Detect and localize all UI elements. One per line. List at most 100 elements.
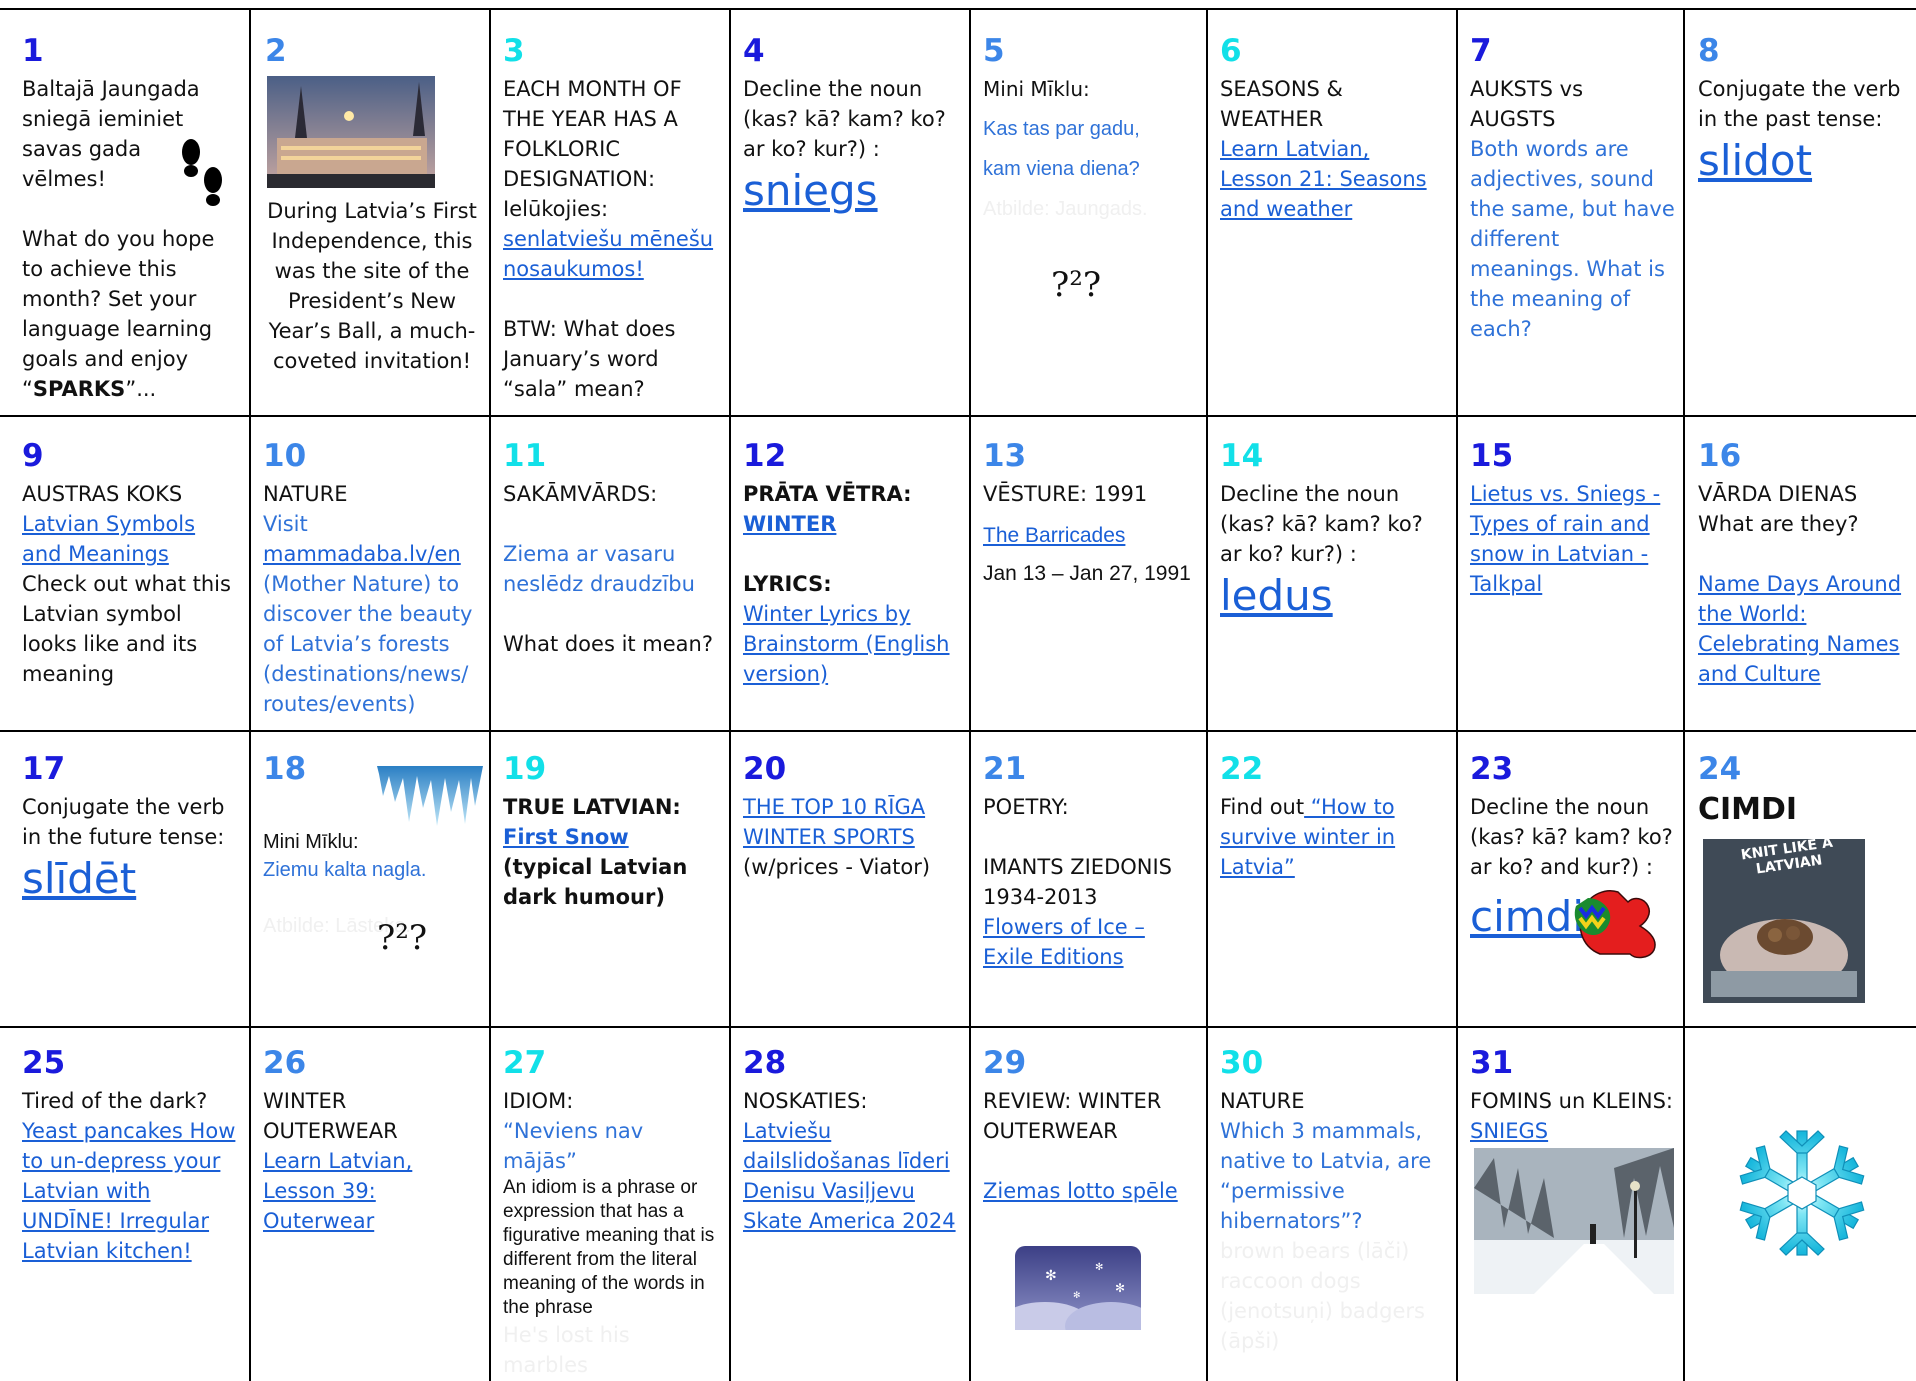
idiom-text: “Neviens nav mājās” — [503, 1119, 644, 1173]
day-cell-31: 31 FOMINS un KLEINS: SNIEGS — [1458, 1028, 1683, 1381]
look-label: Ielūkojies: — [503, 197, 609, 221]
day-number: 24 — [1698, 751, 1742, 787]
day-cell-25: 25 Tired of the dark? Yeast pancakes How… — [0, 1028, 249, 1381]
book-cover-image: KNIT LIKE A LATVIAN — [1703, 835, 1865, 1003]
day-number: 22 — [1220, 751, 1264, 787]
poet-name: IMANTS ZIEDONIS 1934-2013 — [983, 855, 1172, 909]
dark-question: Tired of the dark? — [22, 1089, 208, 1113]
topic-heading: REVIEW: WINTER OUTERWEAR — [983, 1089, 1162, 1143]
mammadaba-link[interactable]: mammadaba.lv/en — [263, 539, 481, 569]
flowers-of-ice-link[interactable]: Flowers of Ice – Exile Editions — [983, 912, 1198, 972]
mittens-heading: CIMDI — [1698, 792, 1798, 827]
topic-heading: AUSTRAS KOKS — [22, 482, 183, 506]
day-cell-29: 29 REVIEW: WINTER OUTERWEAR Ziemas lotto… — [971, 1028, 1206, 1381]
adjectives-question: Both words are adjectives, sound the sam… — [1470, 137, 1675, 341]
word-link-sniegs[interactable]: sniegs — [743, 164, 961, 218]
month-names-link[interactable]: senlatviešu mēnešu nosaukumos! — [503, 224, 721, 284]
hibernators-answer: brown bears (lāči) raccoon dogs (jenotsu… — [1220, 1239, 1425, 1353]
riddle-line: Ziemu kalta nagla. — [263, 859, 427, 881]
proverb-question: What does it mean? — [503, 632, 714, 656]
day-cell-19: 19 TRUE LATVIAN: First Snow (typical Lat… — [491, 732, 729, 1026]
rain-snow-link[interactable]: Lietus vs. Sniegs - Types of rain and sn… — [1470, 479, 1675, 599]
barricades-dates: Jan 13 – Jan 27, 1991 — [983, 562, 1191, 585]
day-cell-16: 16 VĀRDA DIENAS What are they? Name Days… — [1685, 417, 1916, 730]
lotto-game-link[interactable]: Ziemas lotto spēle — [983, 1176, 1198, 1206]
name-days-link[interactable]: Name Days Around the World: Celebrating … — [1698, 569, 1914, 689]
day-cell-13: 13 VĒSTURE: 1991 The Barricades Jan 13 –… — [971, 417, 1206, 730]
day-number: 14 — [1220, 438, 1264, 474]
day-cell-7: 7 AUKSTS vs AUGSTS Both words are adject… — [1458, 10, 1683, 415]
footprints-icon — [182, 139, 222, 206]
day-cell-12: 12 PRĀTA VĒTRA: WINTER LYRICS: Winter Ly… — [731, 417, 969, 730]
day-cell-27: 27 IDIOM: “Neviens nav mājās” An idiom i… — [491, 1028, 729, 1381]
day-cell-14: 14 Decline the noun (kas? kā? kam? ko? a… — [1208, 417, 1456, 730]
song-heading: FOMINS un KLEINS: SNIEGS — [1470, 1089, 1673, 1143]
day-number: 8 — [1698, 33, 1720, 69]
riddle-label: Mini Mīklu: — [263, 831, 359, 853]
topic-heading: TRUE LATVIAN: — [503, 795, 681, 819]
question-marks-icon: ?²? — [377, 918, 428, 958]
question-marks-icon: ?²? — [1051, 265, 1102, 305]
day-cell-21: 21 POETRY: IMANTS ZIEDONIS 1934-2013 Flo… — [971, 732, 1206, 1026]
castle-photo — [267, 76, 435, 188]
svg-text:✻: ✻ — [1115, 1281, 1125, 1295]
skating-link[interactable]: Latviešu dailslidošanas līderi Denisu Va… — [743, 1116, 961, 1236]
day-number: 11 — [503, 438, 547, 474]
snowy-card-image: ✻ ✻ ✻ ✻ — [1015, 1246, 1141, 1330]
topic-heading: WINTER OUTERWEAR — [263, 1089, 398, 1143]
lyrics-link[interactable]: Winter Lyrics by Brainstorm (English ver… — [743, 599, 961, 689]
word-link-ledus[interactable]: ledus — [1220, 569, 1448, 623]
day-number: 7 — [1470, 33, 1492, 69]
day-number: 29 — [983, 1045, 1027, 1081]
icicles-icon — [377, 766, 483, 826]
knit-hands-photo — [1711, 919, 1857, 997]
day-number: 9 — [22, 438, 44, 474]
barricades-link[interactable]: The Barricades — [983, 521, 1198, 551]
day-cell-11: 11 SAKĀMVĀRDS: Ziema ar vasaru neslēdz d… — [491, 417, 729, 730]
topic-heading: NOSKATIES: — [743, 1089, 868, 1113]
day-cell-8: 8 Conjugate the verb in the past tense: … — [1685, 10, 1916, 415]
lesson-21-link[interactable]: Learn Latvian, Lesson 21: Seasons and we… — [1220, 134, 1448, 224]
first-snow-link[interactable]: First Snow — [503, 822, 721, 852]
prices-note: (w/prices - Viator) — [743, 855, 931, 879]
day-number: 21 — [983, 751, 1027, 787]
day-cell-15: 15 Lietus vs. Sniegs - Types of rain and… — [1458, 417, 1683, 730]
day-cell-4: 4 Decline the noun (kas? kā? kam? ko? ar… — [731, 10, 969, 415]
day-number: 12 — [743, 438, 787, 474]
winter-song-link[interactable]: WINTER — [743, 509, 961, 539]
symbols-link[interactable]: Latvian Symbols and Meanings — [22, 509, 241, 569]
day-number: 17 — [22, 751, 66, 787]
topic-heading: NATURE — [1220, 1089, 1305, 1113]
riddle-answer: Atbilde: Lāsteka. — [263, 915, 411, 937]
day-cell-2: 2 During Latvia’s First Independence, th… — [251, 10, 489, 415]
day-cell-3: 3 EACH MONTH OF THE YEAR HAS A FOLKLORIC… — [491, 10, 729, 415]
sniegs-song-link[interactable]: SNIEGS — [1470, 1119, 1548, 1143]
day-cell-1: 1 Baltajā Jaungada sniegā ieminiet savas… — [0, 10, 249, 415]
palace-caption: During Latvia’s First Independence, this… — [267, 199, 477, 373]
folklore-heading: EACH MONTH OF THE YEAR HAS A FOLKLORIC D… — [503, 77, 682, 191]
day-cell-30: 30 NATURE Which 3 mammals, native to Lat… — [1208, 1028, 1456, 1381]
lesson-39-link[interactable]: Learn Latvian, Lesson 39: Outerwear — [263, 1146, 481, 1236]
svg-text:✻: ✻ — [1045, 1268, 1057, 1284]
day-number: 5 — [983, 33, 1005, 69]
day-cell-6: 6 SEASONS & WEATHER Learn Latvian, Lesso… — [1208, 10, 1456, 415]
empty-cell — [1685, 1028, 1916, 1381]
pancakes-link[interactable]: Yeast pancakes How to un-depress your La… — [22, 1116, 241, 1266]
survive-winter-text: Find out “How to survive winter in Latvi… — [1220, 795, 1396, 879]
winter-sports-link[interactable]: THE TOP 10 RĪGA WINTER SPORTS — [743, 792, 961, 852]
decline-instruction: Decline the noun (kas? kā? kam? ko? ar k… — [1470, 795, 1673, 879]
day-number: 30 — [1220, 1045, 1264, 1081]
day-number: 18 — [263, 751, 307, 787]
topic-heading: SAKĀMVĀRDS: — [503, 482, 658, 506]
snowflake-icon — [1736, 1130, 1868, 1256]
goals-text: What do you hope to achieve this month? … — [22, 227, 215, 401]
day-number: 10 — [263, 438, 307, 474]
lyrics-heading: LYRICS: — [743, 572, 832, 596]
day-cell-18: 18 Mini Mīklu: Ziemu kalta nagla. Atbild… — [251, 732, 489, 1026]
word-link-slidot[interactable]: slidot — [1698, 134, 1914, 188]
riddle-label: Mini Mīklu: — [983, 77, 1090, 101]
day-cell-5: 5 Mini Mīklu: Kas tas par gadu, kam vien… — [971, 10, 1206, 415]
band-heading: PRĀTA VĒTRA: — [743, 482, 912, 506]
word-link-slidet[interactable]: slīdēt — [22, 852, 241, 906]
day-number: 2 — [265, 33, 287, 69]
